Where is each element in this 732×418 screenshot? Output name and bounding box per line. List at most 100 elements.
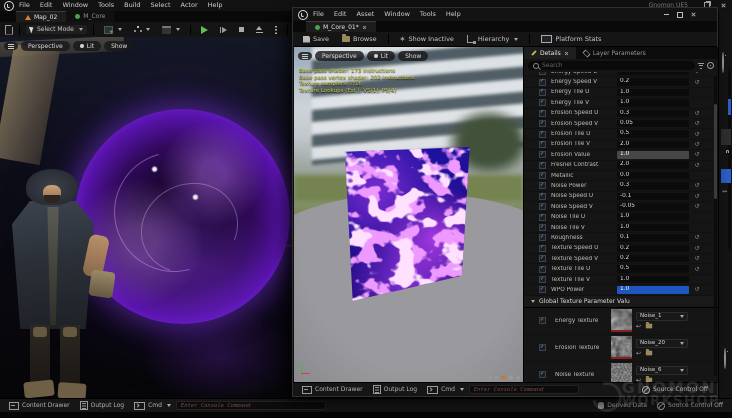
reset-to-default-icon[interactable]: ↺ [692,141,702,148]
preview-shape-cylinder-icon[interactable]: ▮ [488,375,491,381]
checkbox[interactable] [539,286,546,294]
close-window-icon[interactable] [721,3,726,8]
cmd-dropdown[interactable]: Cmd [129,401,176,410]
play-button[interactable] [197,25,212,35]
parameter-row[interactable]: Energy Speed V 0.2↺ [524,77,718,88]
parameter-value-field[interactable]: 0.5 [617,130,689,138]
save-button[interactable]: Save [299,34,333,44]
docked-panel-selected[interactable] [721,169,731,183]
material-preview-viewport[interactable]: Perspective Lit Show Base pass shader: 173… [294,47,523,383]
parameter-value-field[interactable]: 0.2 [617,72,689,76]
reset-to-default-icon[interactable]: ↺ [692,182,702,189]
reset-to-default-icon[interactable]: ↺ [692,234,702,241]
menu-item-tools[interactable]: Tools [93,0,119,11]
parameter-value-field[interactable]: 2.0 [617,140,689,149]
checkbox[interactable] [539,109,546,117]
browse-to-asset-icon[interactable] [645,322,653,329]
menu-item-window[interactable]: Window [57,0,93,11]
checkbox[interactable] [539,276,546,283]
parameter-row[interactable]: Texture Speed U 0.2↺ [524,244,718,255]
reset-to-default-icon[interactable]: ↺ [692,131,702,138]
menu-item-file[interactable]: File [14,0,35,11]
viewport-button-lit[interactable]: Lit [366,51,396,61]
texture-parameter-row[interactable]: Erosion Texture Noise_20 ↩ [524,335,718,362]
reset-to-default-icon[interactable]: ↺ [692,266,702,273]
console-input[interactable]: Enter Console Command [468,385,579,394]
parameter-value-field[interactable]: 1.0 [617,275,689,284]
parameter-row[interactable]: Energy Tile U 1.0 [524,88,718,99]
texture-asset-dropdown[interactable]: Noise_6 [636,365,688,375]
parameter-value-field[interactable]: 1.0 [617,286,689,294]
menu-item-window[interactable]: Window [379,9,415,20]
checkbox[interactable] [539,224,546,232]
viewport-button-show[interactable]: Show [104,41,135,51]
source-control-button[interactable]: Source Control Off [637,385,713,394]
reset-to-default-icon[interactable]: ↺ [692,286,702,293]
parameter-row[interactable]: Metallic 0.0 [524,171,718,182]
viewport-button-perspective[interactable]: Perspective [315,51,364,61]
group-header-global-texture-parameters[interactable]: Global Texture Parameter Valu [524,295,718,308]
parameter-row[interactable]: Erosion Speed V 0.05↺ [524,119,718,130]
texture-asset-dropdown[interactable]: Noise_1 [636,311,688,321]
checkbox[interactable] [539,161,546,169]
cmd-dropdown[interactable]: Cmd [422,385,469,394]
checkbox[interactable] [539,192,546,200]
menu-item-edit[interactable]: Edit [329,9,352,20]
close-tab-icon[interactable] [362,25,366,29]
checkbox[interactable] [539,120,546,128]
close-tab-icon[interactable] [564,51,568,55]
tab-layer-parameters[interactable]: Layer Parameters [576,47,653,59]
reset-to-default-icon[interactable]: ↺ [692,151,702,158]
stop-button[interactable] [235,26,248,33]
parameter-value-field[interactable]: 0.2 [617,78,689,86]
output-log-button[interactable]: Output Log [75,401,129,410]
level-viewport[interactable]: Perspective Lit Show [0,37,293,398]
settings-gear-icon[interactable] [707,62,714,69]
search-input[interactable]: Search [528,61,695,70]
parameter-row[interactable]: Texture Speed V 0.2↺ [524,254,718,265]
checkbox[interactable] [539,234,546,242]
parameter-value-field[interactable]: 1.0 [617,213,689,221]
cinematics-button[interactable] [158,25,184,35]
parameter-value-field[interactable]: 0.05 [617,119,689,128]
parameter-value-field[interactable]: 2.0 [617,161,689,169]
use-selected-asset-icon[interactable]: ↩ [636,350,641,357]
tab-m-core-01[interactable]: M_Core_01* [306,21,376,32]
checkbox[interactable] [539,182,546,190]
parameter-value-field[interactable]: 1.0 [617,151,689,159]
reset-to-default-icon[interactable]: ↺ [692,162,702,169]
parameter-value-field[interactable]: 0.0 [617,171,689,180]
output-log-button[interactable]: Output Log [368,385,422,394]
preview-shape-sphere-icon[interactable]: ● [501,375,506,381]
reset-to-default-icon[interactable]: ↺ [692,245,702,252]
add-actor-button[interactable] [100,25,126,36]
parameter-value-field[interactable]: 1.0 [617,88,689,97]
docked-panel-thumb[interactable] [721,129,731,145]
parameter-value-field[interactable]: 1.0 [617,223,689,232]
parameter-row[interactable]: Erosion Value 1.0↺ [524,150,718,161]
checkbox[interactable] [539,78,546,86]
viewport-button-lit[interactable]: Lit [72,41,102,51]
checkbox[interactable] [539,265,546,273]
parameter-list[interactable]: Energy Speed U0.2↺Energy Speed V0.2↺Ener… [524,72,718,383]
checkbox[interactable] [539,255,546,263]
save-all-icon[interactable] [5,24,13,35]
parameter-row[interactable]: Erosion Tile V 2.0↺ [524,140,718,151]
browse-to-asset-icon[interactable] [645,349,653,356]
parameter-row[interactable]: Energy Tile V 1.0 [524,98,718,109]
parameter-row[interactable]: Noise Tile U 1.0 [524,212,718,223]
texture-parameter-row[interactable]: Noise Texture Noise_6↩ [524,362,718,383]
scrollbar-thumb[interactable] [714,104,717,199]
settings-gear-icon[interactable] [722,52,724,73]
texture-parameter-row[interactable]: Energy Texture Noise_1 ↩ [524,308,718,335]
minimize-window-icon[interactable] [664,14,669,15]
parameter-value-field[interactable]: 0.2 [617,254,689,263]
dock-scrollbar[interactable] [728,69,731,249]
parameter-row[interactable]: Noise Power 0.3↺ [524,181,718,192]
reset-to-default-icon[interactable]: ↺ [692,110,702,117]
preview-shape-mesh-icon[interactable]: ◆ [516,375,520,381]
viewport-options-button[interactable] [4,42,18,50]
reset-to-default-icon[interactable]: ↺ [692,203,702,210]
parameter-row[interactable]: Noise Speed V -0.05↺ [524,202,718,213]
reset-to-default-icon[interactable]: ↺ [692,79,702,86]
